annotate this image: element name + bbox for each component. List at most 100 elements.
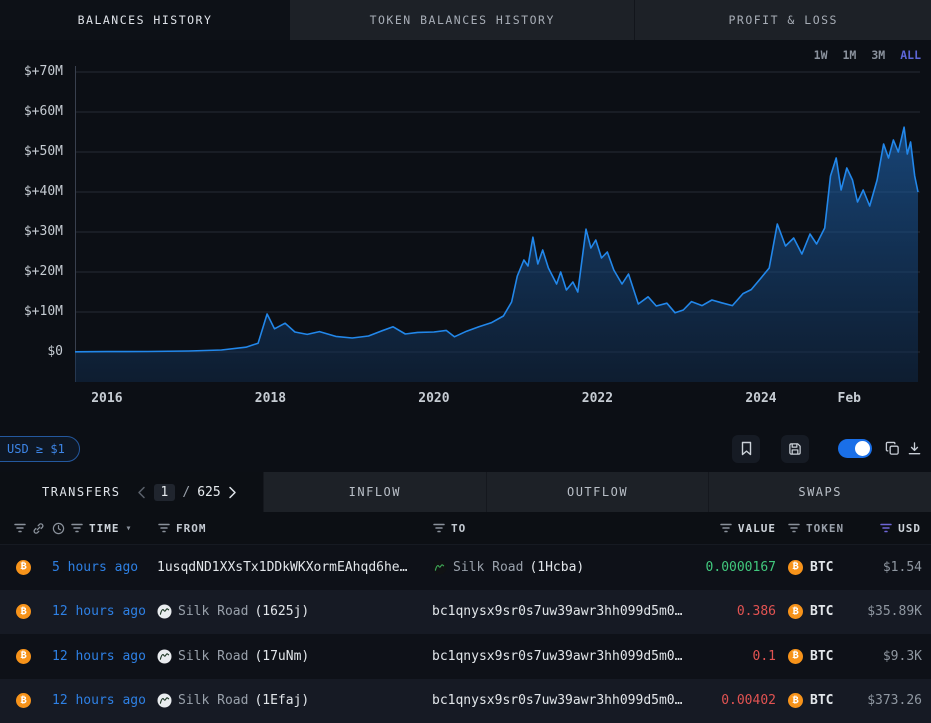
next-page-icon[interactable] — [228, 486, 237, 499]
transfer-time[interactable]: 12 hours ago — [44, 649, 150, 664]
transfer-token[interactable]: ₿ BTC — [780, 693, 840, 708]
transfer-from[interactable]: Silk Road (1Efaj) — [150, 693, 425, 708]
time-range-selector: 1W 1M 3M ALL — [814, 48, 921, 62]
download-icon[interactable] — [907, 441, 922, 456]
btc-chain-icon: ₿ — [16, 560, 31, 575]
transfers-tab-bar: TRANSFERS 1 / 625 INFLOW OUTFLOW SWAPS — [0, 472, 931, 512]
x-tick-label: 2024 — [726, 391, 796, 406]
column-header-value[interactable]: VALUE — [738, 522, 776, 535]
transfer-usd: $373.26 — [840, 693, 931, 708]
entity-id: (17uNm) — [254, 649, 309, 664]
silk-road-entity-icon — [157, 604, 172, 619]
table-row[interactable]: ₿ 12 hours ago Silk Road(17uNm) bc1qnysx… — [0, 634, 931, 679]
entity-name: Silk Road — [178, 693, 248, 708]
token-label: BTC — [810, 604, 833, 619]
chart-actions — [732, 435, 931, 463]
transfer-time[interactable]: 12 hours ago — [44, 693, 150, 708]
chain-filter-icon[interactable] — [14, 523, 26, 533]
tab-transfers[interactable]: TRANSFERS 1 / 625 — [0, 472, 263, 512]
time-range-all[interactable]: ALL — [900, 48, 921, 62]
table-row[interactable]: ₿ 12 hours ago Silk Road(1Efaj) bc1qnysx… — [0, 679, 931, 723]
bookmark-button[interactable] — [732, 435, 760, 463]
clock-icon[interactable] — [52, 522, 65, 535]
column-header-time[interactable]: TIME — [89, 522, 120, 535]
transfer-token[interactable]: ₿ BTC — [780, 604, 840, 619]
y-tick-label: $0 — [0, 344, 63, 359]
y-tick-label: $+40M — [0, 184, 63, 199]
time-range-3m[interactable]: 3M — [871, 48, 885, 62]
x-tick-label: 2022 — [562, 391, 632, 406]
transfer-value: 0.386 — [695, 604, 780, 619]
transfer-from[interactable]: 1usqdND1XXsTx1DDkWKXormEAhqd6he… — [150, 560, 425, 575]
balance-history-chart-section: 1W 1M 3M ALL $0$+10M$+20M$+30M$+40M$+50M… — [0, 40, 931, 425]
time-filter-icon[interactable] — [71, 523, 83, 533]
transfer-to[interactable]: Silk Road(1Hcba) — [425, 560, 695, 575]
transfer-to[interactable]: bc1qnysx9sr0s7uw39awr3hh099d5m0… — [425, 604, 695, 619]
transfer-from[interactable]: Silk Road(17uNm) — [150, 649, 425, 664]
table-row[interactable]: ₿ 5 hours ago 1usqdND1XXsTx1DDkWKXormEAh… — [0, 545, 931, 590]
tab-outflow[interactable]: OUTFLOW — [486, 472, 709, 512]
pagination: 1 / 625 — [137, 484, 237, 501]
x-tick-label: 2016 — [72, 391, 142, 406]
outflow-tab-label: OUTFLOW — [567, 485, 628, 499]
tab-profit-loss[interactable]: PROFIT & LOSS — [635, 0, 931, 40]
token-filter-icon[interactable] — [788, 523, 800, 533]
transfers-table-header: TIME ▾ FROM TO VALUE TOKEN USD — [0, 512, 931, 545]
transfer-token[interactable]: ₿ BTC — [780, 560, 840, 575]
current-page[interactable]: 1 — [154, 484, 176, 501]
prev-page-icon[interactable] — [137, 486, 146, 499]
y-tick-label: $+60M — [0, 104, 63, 119]
tab-label: PROFIT & LOSS — [728, 13, 838, 27]
btc-token-icon: ₿ — [788, 604, 803, 619]
transfer-token[interactable]: ₿ BTC — [780, 649, 840, 664]
column-header-from[interactable]: FROM — [176, 522, 207, 535]
y-tick-label: $+50M — [0, 144, 63, 159]
tab-inflow[interactable]: INFLOW — [263, 472, 486, 512]
time-range-1w[interactable]: 1W — [814, 48, 828, 62]
token-label: BTC — [810, 693, 833, 708]
chevron-down-icon[interactable]: ▾ — [126, 523, 133, 534]
column-header-token[interactable]: TOKEN — [806, 522, 844, 535]
from-filter-icon[interactable] — [158, 523, 170, 533]
page-separator: / — [182, 485, 190, 500]
transfers-table-body: ₿ 5 hours ago 1usqdND1XXsTx1DDkWKXormEAh… — [0, 545, 931, 723]
chart-controls-row: USD ≥ $1 — [0, 425, 931, 472]
tab-swaps[interactable]: SWAPS — [708, 472, 931, 512]
transfer-to[interactable]: bc1qnysx9sr0s7uw39awr3hh099d5m0… — [425, 693, 695, 708]
silk-road-entity-icon — [432, 560, 447, 575]
time-range-1m[interactable]: 1M — [843, 48, 857, 62]
transfer-value: 0.0000167 — [695, 560, 780, 575]
transfer-time[interactable]: 5 hours ago — [44, 560, 150, 575]
value-filter-icon[interactable] — [720, 523, 732, 533]
balance-history-chart[interactable] — [0, 40, 931, 425]
save-icon — [788, 442, 802, 456]
total-pages: 625 — [197, 485, 220, 500]
y-tick-label: $+10M — [0, 304, 63, 319]
silk-road-entity-icon — [157, 649, 172, 664]
address-text: bc1qnysx9sr0s7uw39awr3hh099d5m0… — [432, 604, 682, 619]
chart-toggle[interactable] — [838, 439, 872, 458]
tab-token-balances-history[interactable]: TOKEN BALANCES HISTORY — [290, 0, 635, 40]
x-tick-label: Feb — [814, 391, 884, 406]
silk-road-entity-icon — [157, 693, 172, 708]
tab-balances-history[interactable]: BALANCES HISTORY — [0, 0, 290, 40]
transfer-value: 0.00402 — [695, 693, 780, 708]
transfer-from[interactable]: Silk Road(1625j) — [150, 604, 425, 619]
usd-filter-icon-active[interactable] — [880, 523, 892, 533]
usd-filter-pill[interactable]: USD ≥ $1 — [0, 436, 80, 462]
address-text: bc1qnysx9sr0s7uw39awr3hh099d5m0… — [432, 693, 682, 708]
column-header-usd[interactable]: USD — [898, 522, 921, 535]
btc-chain-icon: ₿ — [16, 604, 31, 619]
to-filter-icon[interactable] — [433, 523, 445, 533]
transfer-to[interactable]: bc1qnysx9sr0s7uw39awr3hh099d5m0… — [425, 649, 695, 664]
transfer-time[interactable]: 12 hours ago — [44, 604, 150, 619]
bookmark-icon — [740, 441, 753, 456]
column-header-to[interactable]: TO — [451, 522, 466, 535]
table-row[interactable]: ₿ 12 hours ago Silk Road(1625j) bc1qnysx… — [0, 590, 931, 635]
y-tick-label: $+20M — [0, 264, 63, 279]
address-text: 1usqdND1XXsTx1DDkWKXormEAhqd6he… — [157, 560, 407, 575]
y-tick-label: $+70M — [0, 64, 63, 79]
save-chart-button[interactable] — [781, 435, 809, 463]
entity-id: (1Efaj) — [254, 693, 309, 708]
copy-icon[interactable] — [885, 441, 900, 456]
